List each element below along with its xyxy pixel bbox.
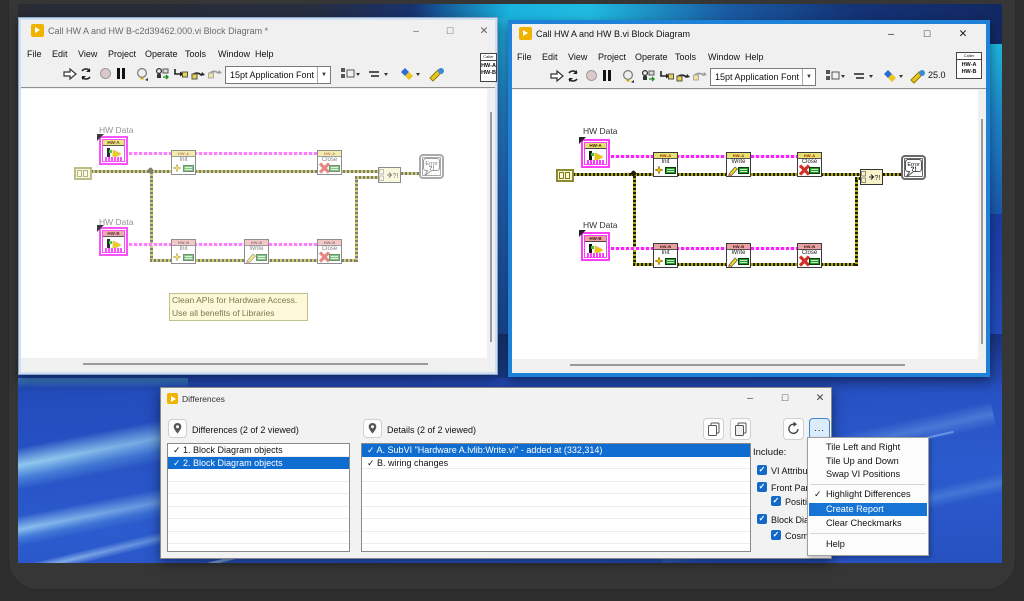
svg-text:?!: ?! [393,173,399,180]
svg-text:?!: ?! [429,165,435,172]
svg-text:?!: ?! [911,166,917,173]
svg-text:?!: ?! [875,175,881,182]
